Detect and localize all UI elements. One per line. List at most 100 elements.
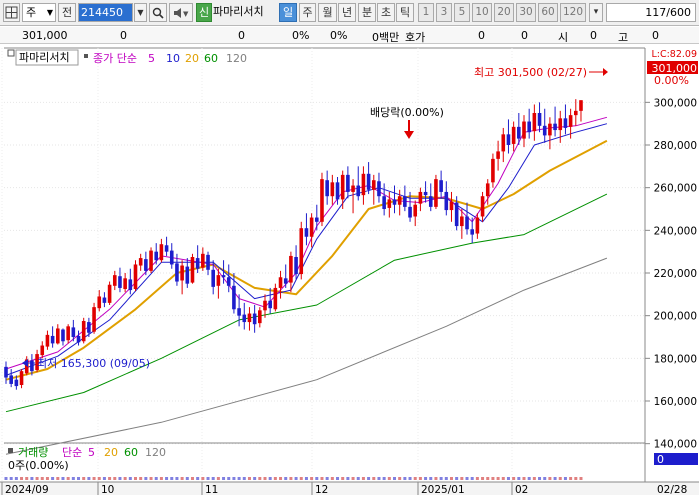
volume-bar [341,477,345,480]
minute-3[interactable]: 3 [436,3,452,22]
toolbar: 주 ▼ 전 214450 ▼ ▼ 신 파마리서치 일 주 월 년 분 초 틱 1 … [0,0,699,26]
candle-body [346,174,350,192]
candle-body [325,180,329,197]
volume-value: 0주(0.00%) [8,459,69,472]
info-high-label: 고 [618,31,629,44]
volume-bar [97,477,101,480]
volume-bar [558,477,562,480]
volume-bar [134,477,137,480]
period-month[interactable]: 월 [318,3,337,22]
toolbar-spin-button[interactable]: ▾ [589,3,603,22]
volume-bar [527,477,531,480]
volume-bar [216,477,220,480]
candle-body [175,263,179,282]
volume-bar [128,477,132,480]
volume-bar [294,477,298,480]
volume-bar [372,477,376,480]
y-tick-label: 300,000 [654,97,697,109]
volume-settings-icon[interactable] [8,448,13,453]
info-open-value: 0 [590,29,597,42]
market-label: 주 [26,6,37,19]
candle-body [366,173,371,190]
candle-body [351,185,355,192]
market-select[interactable]: 주 ▼ [22,3,56,22]
candle-body [237,308,241,316]
y-tick-label: 180,000 [654,353,697,365]
volume-bar [299,477,303,480]
volume-bar [543,477,547,480]
candle-body [304,228,309,237]
candle-body [527,121,531,133]
volume-bar [263,477,267,480]
period-year[interactable]: 년 [338,3,356,22]
stock-name: 파마리서치 [213,5,264,18]
current-pct-label: 0.00% [654,74,689,87]
grid-icon[interactable] [3,3,20,22]
price-info-bar: 301,000 0 0 0% 0% 0백만 호가 0 0 시 0 고 0 [0,27,699,44]
minute-1[interactable]: 1 [418,3,434,22]
view-button[interactable]: 전 [58,3,76,22]
candle-body [164,245,169,252]
info-high-value: 0 [652,29,659,42]
code-input[interactable]: 214450 [78,3,133,22]
period-minute[interactable]: 분 [358,3,376,22]
candle-body [71,327,76,338]
minute-20[interactable]: 20 [494,3,514,22]
y-axis-ticks: 300,000 280,000 260,000 240,000 220,000 200,0… [645,97,697,451]
minute-5[interactable]: 5 [454,3,470,22]
period-second[interactable]: 초 [377,3,395,22]
dividend-annotation: 배당락(0.00%) [370,106,444,119]
y-tick-label: 160,000 [654,396,697,408]
volume-bar [258,477,262,480]
candle-body [169,250,174,265]
period-day[interactable]: 일 [279,3,297,22]
legend-ma-label: 종가 단순 [93,52,137,65]
period-week[interactable]: 주 [299,3,316,22]
candle-body [563,118,568,128]
stock-chart[interactable]: 파마리서치 종가 단순 5 10 20 60 120 최고 301,500 (0… [0,45,699,495]
volume-bar [45,477,49,480]
period-tick[interactable]: 틱 [396,3,414,22]
volume-bar [123,477,127,480]
candle-body [4,366,8,378]
volume-bar [170,477,174,480]
volume-bar [201,477,205,480]
candle-body [423,191,428,196]
candle-body [460,216,464,227]
volume-bar [144,477,148,480]
candle-body [439,180,443,192]
volume-bar [336,477,340,480]
info-quote-value: 0 [478,29,485,42]
minute-60[interactable]: 60 [538,3,558,22]
volume-bar [429,477,433,480]
minute-120[interactable]: 120 [560,3,586,22]
candle-body [19,371,24,386]
count-input[interactable]: 117/600 [606,3,696,22]
volume-bar [418,477,422,480]
volume-bar [14,477,18,480]
candle-body [299,228,304,275]
candle-body [465,216,469,230]
volume-bar [71,477,75,480]
search-icon[interactable] [149,3,167,22]
volume-bar [113,477,117,480]
code-dropdown-button[interactable]: ▼ [134,3,147,22]
volume-bar [465,477,469,480]
volume-legend-20: 20 [104,446,118,459]
candle-body [382,196,386,210]
y-tick-label: 200,000 [654,311,697,323]
volume-bar [574,477,578,480]
minute-10[interactable]: 10 [472,3,492,22]
new-badge[interactable]: 신 [196,3,212,22]
info-percent-2: 0% [330,29,348,42]
candle-body [76,335,81,343]
minute-30[interactable]: 30 [516,3,536,22]
volume-bar [330,477,334,480]
ma-settings-icon[interactable] [84,54,88,58]
candle-body [154,251,159,261]
candle-body [216,275,221,286]
speaker-icon[interactable]: ▼ [169,3,193,22]
volume-bar [538,477,542,480]
candle-body [532,113,537,132]
candle-body [408,206,412,218]
